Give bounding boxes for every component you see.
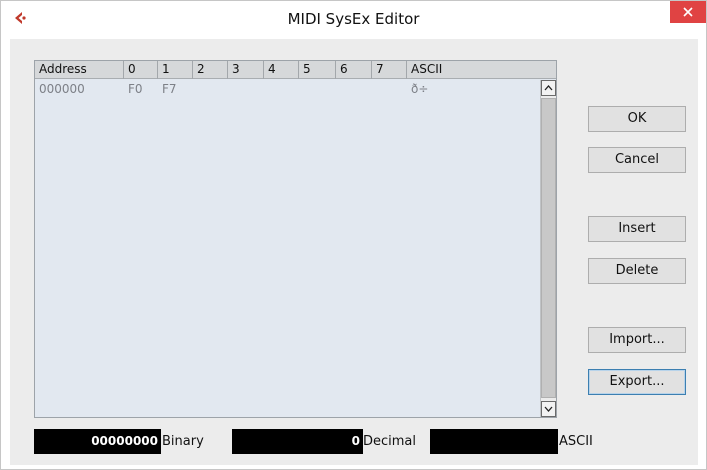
decimal-value-field[interactable]: 0: [232, 429, 363, 454]
sysex-data-table[interactable]: Address 0 1 2 3 4 5 6 7 ASCII 000000 F0 …: [34, 60, 557, 418]
import-button[interactable]: Import...: [588, 327, 686, 353]
window-title: MIDI SysEx Editor: [287, 10, 420, 28]
cell-ascii[interactable]: ð÷: [407, 81, 428, 97]
export-button[interactable]: Export...: [588, 369, 686, 395]
column-header-0[interactable]: 0: [124, 61, 158, 79]
binary-label: Binary: [162, 434, 204, 449]
vertical-scrollbar[interactable]: [540, 80, 556, 417]
dialog-body: Address 0 1 2 3 4 5 6 7 ASCII 000000 F0 …: [10, 39, 698, 465]
cell-byte-1[interactable]: F7: [158, 81, 177, 97]
scroll-up-button[interactable]: [541, 80, 556, 96]
table-row[interactable]: 000000 F0 F7 ð÷: [35, 81, 540, 97]
ascii-value-field[interactable]: [430, 429, 558, 454]
title-bar: MIDI SysEx Editor: [1, 1, 706, 39]
delete-button[interactable]: Delete: [588, 258, 686, 284]
ok-button[interactable]: OK: [588, 106, 686, 132]
binary-value-field[interactable]: 00000000: [34, 429, 161, 454]
close-icon: [683, 7, 693, 17]
arrow-up-icon: [544, 85, 553, 91]
column-header-7[interactable]: 7: [372, 61, 407, 79]
column-header-5[interactable]: 5: [299, 61, 336, 79]
close-button[interactable]: [670, 1, 706, 23]
cell-byte-0[interactable]: F0: [124, 81, 143, 97]
scroll-down-button[interactable]: [541, 401, 556, 417]
midi-sysex-editor-window: MIDI SysEx Editor Address 0 1 2 3 4 5 6 …: [0, 0, 707, 470]
column-header-1[interactable]: 1: [158, 61, 193, 79]
cell-address[interactable]: 000000: [35, 81, 85, 97]
column-header-address[interactable]: Address: [35, 61, 124, 79]
table-header: Address 0 1 2 3 4 5 6 7 ASCII: [35, 61, 556, 79]
ascii-label: ASCII: [559, 434, 593, 449]
scrollbar-thumb[interactable]: [541, 98, 556, 398]
column-header-3[interactable]: 3: [228, 61, 264, 79]
column-header-2[interactable]: 2: [193, 61, 228, 79]
column-header-4[interactable]: 4: [264, 61, 299, 79]
decimal-label: Decimal: [363, 434, 417, 449]
arrow-down-icon: [544, 406, 553, 412]
column-header-6[interactable]: 6: [336, 61, 372, 79]
cancel-button[interactable]: Cancel: [588, 147, 686, 173]
column-header-ascii[interactable]: ASCII: [407, 61, 556, 79]
insert-button[interactable]: Insert: [588, 216, 686, 242]
